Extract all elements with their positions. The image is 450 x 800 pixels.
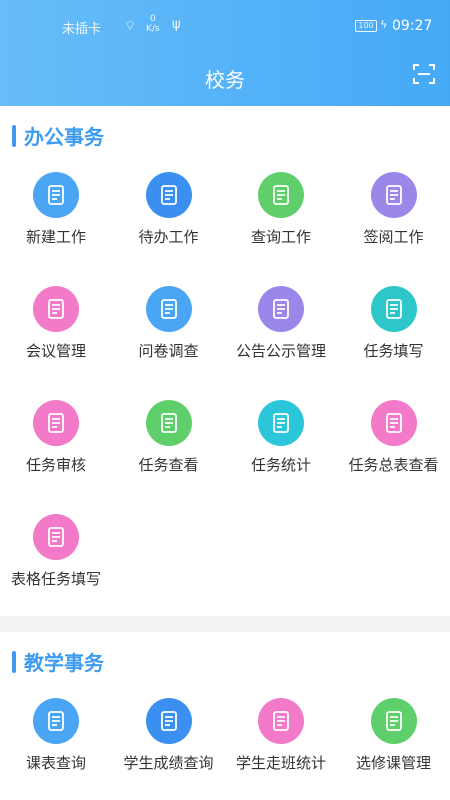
grid-item-label: 任务总表查看: [348, 456, 439, 474]
usb-icon: ψ: [172, 17, 181, 32]
meeting-people-icon: [33, 286, 79, 332]
search-doc-icon: [258, 172, 304, 218]
grid-item[interactable]: 公告公示管理: [225, 286, 337, 386]
grid-item-label: 任务查看: [138, 456, 199, 474]
grid-item-label: 表格任务填写: [10, 570, 101, 588]
teaching-section: 教学事务 课表查询 学生成绩查询 学生走班统计 选修课管理: [0, 632, 450, 800]
task-review-icon: [33, 400, 79, 446]
task-view-icon: [145, 400, 192, 446]
grid-item[interactable]: 任务审核: [0, 400, 112, 500]
form-task-icon: [33, 514, 79, 560]
network-speed: 0 K/s: [146, 14, 160, 34]
grid-item-label: 课表查询: [25, 754, 86, 772]
status-bar: 未插卡 ⌔ 0 K/s ψ 100 ϟ 09:27: [0, 14, 450, 40]
office-section: 办公事务 新建工作 待办工作 查询工作 签阅工作 会议管理 问卷调查 公告公示管理 任务填写任…: [0, 106, 450, 616]
grid-item[interactable]: 查询工作: [225, 172, 337, 272]
carrier-text: 未插卡: [62, 22, 102, 37]
grid-item-label: 问卷调查: [138, 342, 199, 360]
questionnaire-icon: [145, 286, 192, 332]
calendar-stats-icon: [258, 698, 304, 744]
scan-icon[interactable]: [412, 62, 436, 86]
grid-item-label: 任务审核: [25, 456, 86, 474]
grid-item-label: 签阅工作: [363, 228, 424, 246]
grid-item[interactable]: 任务总表查看: [338, 400, 450, 500]
speed-value: 0: [149, 14, 156, 24]
elective-book-icon: [370, 698, 417, 744]
pending-doc-icon: [145, 172, 192, 218]
grid-item[interactable]: 课表查询: [0, 698, 112, 798]
grid-item-label: 查询工作: [250, 228, 311, 246]
grid-item[interactable]: 任务查看: [113, 400, 225, 500]
battery-icon: 100: [355, 20, 377, 32]
pie-chart-icon: [258, 400, 304, 446]
grid-item[interactable]: 任务统计: [225, 400, 337, 500]
task-summary-icon: [370, 400, 417, 446]
grid-item-label: 会议管理: [25, 342, 86, 360]
grid-item[interactable]: 选修课管理: [338, 698, 450, 798]
grid-item-label: 新建工作: [25, 228, 86, 246]
grid-item[interactable]: 表格任务填写: [0, 514, 112, 614]
grid-item[interactable]: 学生走班统计: [225, 698, 337, 798]
grade-search-icon: [145, 698, 192, 744]
grid-item[interactable]: 新建工作: [0, 172, 112, 272]
grid-item-label: 学生成绩查询: [123, 754, 214, 772]
grid-item-label: 任务统计: [250, 456, 311, 474]
grid-item-label: 学生走班统计: [235, 754, 326, 772]
grid-item[interactable]: 待办工作: [113, 172, 225, 272]
app-header: 未插卡 ⌔ 0 K/s ψ 100 ϟ 09:27 校务: [0, 0, 450, 106]
task-edit-icon: [370, 286, 417, 332]
wifi-icon: ⌔: [124, 19, 137, 34]
speed-unit: K/s: [146, 24, 160, 34]
grid-item[interactable]: 问卷调查: [113, 286, 225, 386]
clock: 09:27: [392, 18, 433, 34]
charging-icon: ϟ: [380, 18, 388, 31]
grid-item-label: 选修课管理: [355, 754, 431, 772]
grid-item[interactable]: 会议管理: [0, 286, 112, 386]
grid-item-label: 公告公示管理: [235, 342, 326, 360]
grid-item-label: 任务填写: [363, 342, 424, 360]
grid-item-label: 待办工作: [138, 228, 199, 246]
grid-item[interactable]: 学生成绩查询: [113, 698, 225, 798]
page-title: 校务: [205, 68, 245, 92]
grid-item[interactable]: 任务填写: [338, 286, 450, 386]
sign-doc-icon: [370, 172, 417, 218]
notice-board-icon: [258, 286, 304, 332]
folder-plus-icon: [33, 172, 79, 218]
timetable-search-icon: [33, 698, 79, 744]
grid-item[interactable]: 签阅工作: [338, 172, 450, 272]
